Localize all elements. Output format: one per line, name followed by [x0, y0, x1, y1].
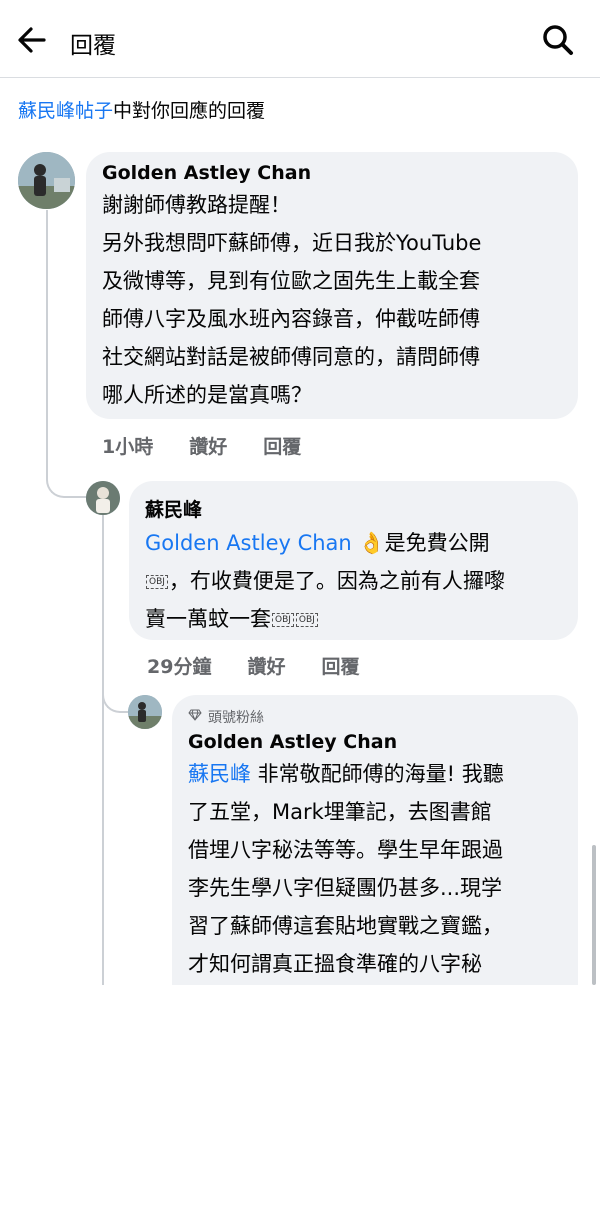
top-fan-badge: 頭號粉絲: [188, 707, 562, 727]
post-author-link[interactable]: 蘇民峰帖子: [18, 100, 113, 122]
app-header: 回覆: [0, 0, 600, 78]
thread-connector: [102, 695, 128, 713]
reply-button[interactable]: 回覆: [263, 432, 301, 459]
thread-connector: [46, 470, 86, 498]
comment-text-part: 非常敬配師傅的海量! 我聽: [251, 762, 504, 786]
thread-line: [102, 515, 104, 985]
diamond-icon: [188, 709, 202, 725]
comment-actions: 29分鐘 讚好 回覆: [147, 652, 359, 679]
comment-author[interactable]: 蘇民峰: [145, 495, 562, 522]
back-arrow-icon[interactable]: [14, 22, 50, 58]
comment-text-part: ，冇收費便是了。因為之前有人攞嚟: [168, 569, 505, 593]
emoji: 👌: [358, 531, 385, 555]
blank-area: [0, 985, 600, 1209]
comment-text-part: 是免費公開: [384, 531, 490, 555]
comment-text: 蘇民峰 非常敬配師傅的海量! 我聽 了五堂，Mark埋筆記，去图書館 借埋八字秘…: [188, 755, 562, 983]
page-title: 回覆: [70, 33, 116, 59]
comment-time: 1小時: [102, 436, 154, 458]
badge-label: 頭號粉絲: [208, 710, 264, 726]
avatar[interactable]: [18, 152, 75, 209]
comment-bubble: Golden Astley Chan 謝謝師傅教路提醒！ 另外我想問吓蘇師傅，近…: [86, 152, 578, 419]
comment-text: Golden Astley Chan 👌是免費公開 OBJ ，冇收費便是了。因為之…: [145, 524, 562, 638]
comment-bubble: 頭號粉絲 Golden Astley Chan 蘇民峰 非常敬配師傅的海量! 我…: [172, 695, 578, 995]
search-icon[interactable]: [540, 22, 576, 58]
comment-bubble: 蘇民峰 Golden Astley Chan 👌是免費公開 OBJ ，冇收費便是了…: [129, 481, 578, 640]
context-text: 中對你回應的回覆: [113, 100, 266, 122]
object-placeholder: OBJ: [272, 613, 294, 627]
comment-text: 謝謝師傅教路提醒！ 另外我想問吓蘇師傅，近日我於YouTube 及微博等，見到有…: [102, 193, 482, 407]
object-placeholder: OBJ: [295, 613, 318, 627]
object-placeholder: OBJ: [146, 575, 168, 589]
comment-author[interactable]: Golden Astley Chan: [188, 731, 562, 753]
avatar[interactable]: [86, 481, 120, 515]
mention-link[interactable]: 蘇民峰: [188, 762, 251, 786]
like-button[interactable]: 讚好: [189, 432, 227, 459]
mention-link[interactable]: Golden Astley Chan: [145, 531, 352, 555]
reply-button[interactable]: 回覆: [321, 652, 359, 679]
comment-text-part: 賣一萬蚊一套: [145, 607, 271, 631]
scrollbar[interactable]: [592, 845, 596, 985]
avatar[interactable]: [128, 695, 162, 729]
comment-actions: 1小時 讚好 回覆: [102, 432, 301, 459]
reply-context: 蘇民峰帖子中對你回應的回覆: [18, 96, 265, 123]
thread-line: [46, 210, 48, 478]
like-button[interactable]: 讚好: [247, 652, 285, 679]
comment-time: 29分鐘: [147, 656, 212, 678]
comment-author[interactable]: Golden Astley Chan: [102, 162, 562, 184]
comment-text-part: 了五堂，Mark埋筆記，去图書館 借埋八字秘法等等。學生早年跟過 李先生學八字但…: [188, 800, 503, 976]
